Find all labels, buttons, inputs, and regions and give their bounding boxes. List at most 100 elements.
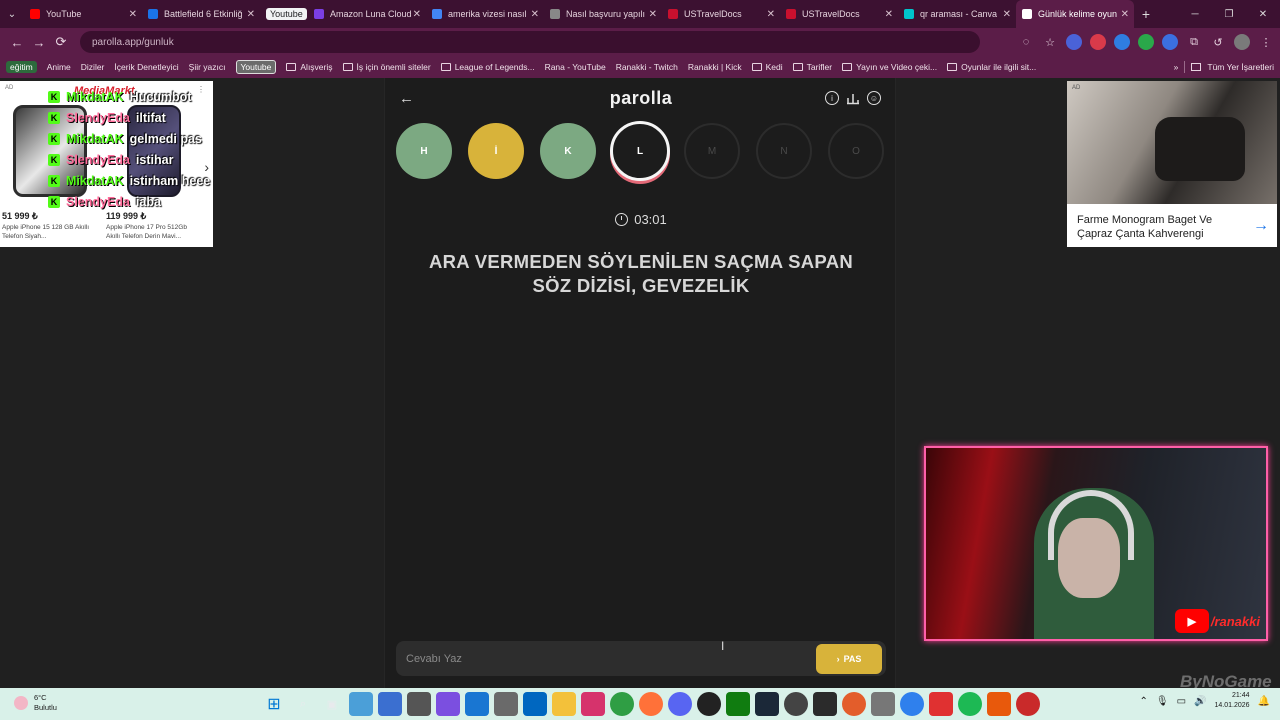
right-ad[interactable]: AD Farme Monogram Baget Ve Çapraz Çanta … (1067, 81, 1277, 247)
app-icon[interactable] (378, 692, 402, 716)
browser-tab[interactable]: qr araması - Canva ✕ (898, 0, 1016, 28)
tab-close-icon[interactable]: ✕ (649, 9, 657, 20)
tab-close-icon[interactable]: ✕ (767, 9, 775, 20)
network-icon[interactable]: ▭ (1177, 696, 1186, 707)
forward-icon[interactable]: → (28, 35, 50, 50)
bookmark-item[interactable]: Tarifler (792, 62, 832, 72)
restore-icon[interactable]: ❐ (1212, 0, 1246, 28)
all-bookmarks-link[interactable]: Tüm Yer İşaretleri (1207, 62, 1274, 72)
app-icon[interactable] (784, 692, 808, 716)
weather-widget[interactable]: 6°C Bulutlu (14, 693, 57, 713)
extension-icon[interactable] (1090, 34, 1106, 50)
back-arrow-icon[interactable]: ← (399, 90, 414, 107)
menu-dots-icon[interactable]: ⋮ (1258, 34, 1274, 50)
ad-arrow-icon[interactable]: → (1253, 217, 1269, 235)
browser-tab[interactable]: Youtube (260, 0, 308, 28)
minimize-icon[interactable]: ─ (1178, 0, 1212, 28)
obs-icon[interactable] (697, 692, 721, 716)
browser-tab[interactable]: Battlefield 6 Etkinliğ ✕ (142, 0, 260, 28)
tab-close-icon[interactable]: ✕ (247, 9, 255, 20)
browser-tab[interactable]: Amazon Luna Cloud ✕ (308, 0, 426, 28)
epic-games-icon[interactable] (813, 692, 837, 716)
app-icon[interactable] (465, 692, 489, 716)
browser-tab[interactable]: Günlük kelime oyun ✕ (1016, 0, 1134, 28)
bookmark-item[interactable]: League of Legends... (440, 62, 535, 72)
file-explorer-icon[interactable] (552, 692, 576, 716)
answer-input[interactable] (406, 652, 816, 665)
back-icon[interactable]: ← (6, 35, 28, 50)
chrome-icon[interactable] (610, 692, 634, 716)
extension-icon[interactable] (1066, 34, 1082, 50)
bookmark-item[interactable]: Anime (47, 62, 71, 72)
bookmark-item[interactable]: Rana - YouTube (545, 62, 606, 72)
bookmark-item[interactable]: Yayın ve Video çeki... (842, 62, 937, 72)
tab-close-icon[interactable]: ✕ (885, 9, 893, 20)
xbox-icon[interactable] (726, 692, 750, 716)
app-icon[interactable] (900, 692, 924, 716)
extension-icon[interactable] (1138, 34, 1154, 50)
browser-tab[interactable]: amerika vizesi nasıl ✕ (426, 0, 544, 28)
bookmark-item[interactable]: Alışveriş (286, 62, 333, 72)
new-tab-icon[interactable]: + (1134, 6, 1158, 22)
firefox-icon[interactable] (639, 692, 663, 716)
bookmark-item[interactable]: İçerik Denetleyici (114, 62, 178, 72)
bookmark-item[interactable]: Şiir yazıcı (189, 62, 226, 72)
bookmark-item[interactable]: İş için önemli siteler (342, 62, 431, 72)
star-icon[interactable]: ☆ (1042, 34, 1058, 50)
reload-icon[interactable]: ⟳ (50, 34, 72, 50)
settings-icon[interactable] (494, 692, 518, 716)
browser-tab[interactable]: YouTube ✕ (24, 0, 142, 28)
pass-button[interactable]: › PAS (816, 643, 882, 674)
bookmark-item[interactable]: Kedi (751, 62, 783, 72)
taskbar-clock[interactable]: 21:44 14.01.2026 (1215, 691, 1250, 711)
profile-icon[interactable]: ☺ (867, 91, 881, 105)
chevron-up-icon[interactable]: ⌃ (1140, 696, 1148, 707)
extension-icon[interactable] (1114, 34, 1130, 50)
task-view-icon[interactable]: ▣ (320, 692, 344, 716)
more-bookmarks-icon[interactable]: » (1174, 62, 1179, 72)
microphone-icon[interactable]: 🎙 (1156, 696, 1169, 707)
bookmark-item[interactable]: Diziler (81, 62, 105, 72)
stats-icon[interactable] (846, 91, 860, 105)
extension-icon[interactable] (1162, 34, 1178, 50)
tab-close-icon[interactable]: ✕ (413, 9, 421, 20)
tab-close-icon[interactable]: ✕ (1003, 9, 1011, 20)
profile-avatar-icon[interactable] (1234, 34, 1250, 50)
app-icon[interactable] (581, 692, 605, 716)
bookmark-item[interactable]: Ranakki - Twitch (616, 62, 678, 72)
browser-tab[interactable]: Nasıl başvuru yapılı ✕ (544, 0, 662, 28)
app-icon[interactable] (1016, 692, 1040, 716)
bookmark-item[interactable]: eğitim (6, 61, 37, 73)
notification-icon[interactable]: 🔔 (1258, 696, 1270, 707)
close-window-icon[interactable]: ✕ (1246, 0, 1280, 28)
app-icon[interactable] (523, 692, 547, 716)
app-icon[interactable] (842, 692, 866, 716)
app-icon[interactable] (871, 692, 895, 716)
discord-icon[interactable] (668, 692, 692, 716)
info-icon[interactable]: i (825, 91, 839, 105)
bookmark-item[interactable]: Youtube (235, 60, 277, 74)
tab-close-icon[interactable]: ✕ (531, 9, 539, 20)
bookmark-label: Yayın ve Video çeki... (856, 62, 938, 72)
browser-tab[interactable]: USTravelDocs ✕ (780, 0, 898, 28)
extensions-puzzle-icon[interactable]: ⧉ (1186, 34, 1202, 50)
app-icon[interactable] (987, 692, 1011, 716)
copilot-icon[interactable] (436, 692, 460, 716)
app-icon[interactable] (407, 692, 431, 716)
browser-tab[interactable]: USTravelDocs ✕ (662, 0, 780, 28)
app-icon[interactable] (929, 692, 953, 716)
bookmark-item[interactable]: Oyunlar ile ilgili sit... (947, 62, 1036, 72)
windows-start-icon[interactable]: ⊞ (262, 692, 286, 716)
app-icon[interactable] (349, 692, 373, 716)
tab-close-icon[interactable]: ✕ (1121, 9, 1129, 20)
tab-close-icon[interactable]: ✕ (129, 9, 137, 20)
tab-search-icon[interactable]: ⌄ (0, 0, 24, 28)
bookmark-item[interactable]: Ranakki | Kick (688, 62, 742, 72)
history-icon[interactable]: ↺ (1210, 34, 1226, 50)
eye-off-icon[interactable]: ◌ (1018, 34, 1034, 50)
speaker-icon[interactable]: 🔊 (1194, 696, 1206, 707)
steam-icon[interactable] (755, 692, 779, 716)
search-icon[interactable]: ⌕ (291, 692, 315, 716)
address-bar[interactable]: parolla.app/gunluk (80, 31, 980, 53)
spotify-icon[interactable] (958, 692, 982, 716)
